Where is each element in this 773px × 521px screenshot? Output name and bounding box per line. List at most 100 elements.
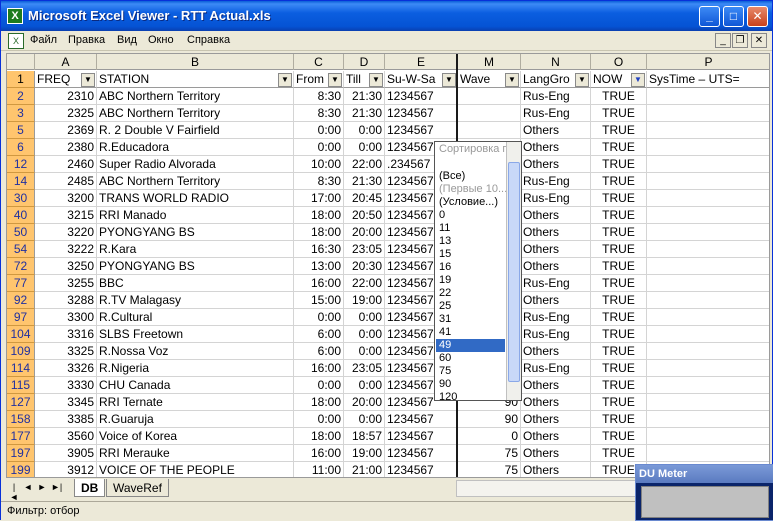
menu-window[interactable]: Окно [148, 34, 174, 46]
cell-from[interactable]: 16:30 [294, 241, 344, 258]
row-header[interactable]: 114 [7, 360, 35, 377]
cell-lang[interactable]: Others [521, 207, 591, 224]
cell-till[interactable]: 21:30 [344, 173, 385, 190]
cell-wave[interactable] [458, 88, 521, 105]
column-header-o[interactable]: O [591, 54, 647, 70]
cell-lang[interactable]: Others [521, 292, 591, 309]
cell-lang[interactable]: Rus-Eng [521, 190, 591, 207]
cell-station[interactable]: Voice of Korea [97, 428, 294, 445]
cell-from[interactable]: 0:00 [294, 377, 344, 394]
cell-now[interactable]: TRUE [591, 207, 647, 224]
column-header-a[interactable]: A [35, 54, 97, 70]
worksheet-grid[interactable]: A B C D E M N O P 1 FREQ ▼ STATION ▼ From ▼ Til… [6, 53, 770, 478]
close-button[interactable]: ✕ [747, 6, 768, 27]
horizontal-scrollbar[interactable] [456, 480, 636, 497]
cell-p[interactable] [647, 326, 769, 343]
cell-station[interactable]: CHU Canada [97, 377, 294, 394]
row-header[interactable]: 5 [7, 122, 35, 139]
cell-from[interactable]: 18:00 [294, 224, 344, 241]
cell-station[interactable]: R.Guaruja [97, 411, 294, 428]
cell-now[interactable]: TRUE [591, 445, 647, 462]
cell-freq[interactable]: 3325 [35, 343, 97, 360]
cell-lang[interactable]: Rus-Eng [521, 360, 591, 377]
sheet-tab-waveref[interactable]: WaveRef [106, 479, 169, 497]
cell-wave[interactable]: 90 [458, 411, 521, 428]
cell-p[interactable] [647, 258, 769, 275]
menu-view[interactable]: Вид [117, 34, 137, 46]
cell-freq[interactable]: 2380 [35, 139, 97, 156]
filter-option[interactable]: 13 [439, 235, 451, 248]
cell-station[interactable]: R.Kara [97, 241, 294, 258]
autofilter-dropdown-list[interactable]: Сортировка п (Все) (Первые 10... (Условие.… [434, 141, 522, 401]
cell-freq[interactable]: 3220 [35, 224, 97, 241]
cell-from[interactable]: 15:00 [294, 292, 344, 309]
cell-from[interactable]: 0:00 [294, 411, 344, 428]
doc-close-button[interactable]: ✕ [751, 33, 767, 48]
cell-till[interactable]: 0:00 [344, 122, 385, 139]
cell-station[interactable]: VOICE OF THE PEOPLE [97, 462, 294, 477]
filter-option[interactable]: 0 [439, 209, 445, 222]
cell-p[interactable] [647, 241, 769, 258]
filter-option[interactable]: 16 [439, 261, 451, 274]
prev-sheet-icon[interactable]: ◄ [23, 482, 33, 492]
cell-p[interactable] [647, 445, 769, 462]
cell-now[interactable]: TRUE [591, 190, 647, 207]
cell-now[interactable]: TRUE [591, 105, 647, 122]
cell-till[interactable]: 20:00 [344, 394, 385, 411]
cell-till[interactable]: 0:00 [344, 309, 385, 326]
row-header[interactable]: 97 [7, 309, 35, 326]
column-header-d[interactable]: D [344, 54, 385, 70]
autofilter-dropdown-icon[interactable]: ▼ [81, 73, 95, 87]
last-sheet-icon[interactable]: ►| [51, 482, 62, 492]
cell-from[interactable]: 16:00 [294, 445, 344, 462]
first-sheet-icon[interactable]: |◄ [9, 482, 19, 502]
row-header[interactable]: 14 [7, 173, 35, 190]
menu-help[interactable]: Справка [187, 34, 230, 46]
cell-lang[interactable]: Others [521, 462, 591, 477]
cell-freq[interactable]: 3905 [35, 445, 97, 462]
cell-freq[interactable]: 3200 [35, 190, 97, 207]
filter-option[interactable]: (Первые 10... [439, 183, 507, 196]
filter-option[interactable]: 22 [439, 287, 451, 300]
cell-station[interactable]: ABC Northern Territory [97, 105, 294, 122]
row-header[interactable]: 177 [7, 428, 35, 445]
cell-p[interactable] [647, 139, 769, 156]
cell-till[interactable]: 0:00 [344, 326, 385, 343]
row-header[interactable]: 72 [7, 258, 35, 275]
cell-from[interactable]: 8:30 [294, 105, 344, 122]
cell-till[interactable]: 21:30 [344, 105, 385, 122]
cell-freq[interactable]: 3250 [35, 258, 97, 275]
cell-wave[interactable]: 75 [458, 462, 521, 477]
row-header[interactable]: 115 [7, 377, 35, 394]
cell-now[interactable]: TRUE [591, 360, 647, 377]
cell-from[interactable]: 0:00 [294, 139, 344, 156]
autofilter-dropdown-icon[interactable]: ▼ [328, 73, 342, 87]
cell-till[interactable]: 20:30 [344, 258, 385, 275]
cell-from[interactable]: 18:00 [294, 428, 344, 445]
maximize-button[interactable]: □ [723, 6, 744, 27]
row-header[interactable]: 50 [7, 224, 35, 241]
cell-now[interactable]: TRUE [591, 224, 647, 241]
filter-option[interactable]: 15 [439, 248, 451, 261]
cell-from[interactable]: 10:00 [294, 156, 344, 173]
cell-lang[interactable]: Rus-Eng [521, 105, 591, 122]
filter-option[interactable]: 90 [439, 378, 451, 391]
row-header[interactable]: 127 [7, 394, 35, 411]
column-header-p[interactable]: P [647, 54, 769, 70]
cell-from[interactable]: 16:00 [294, 360, 344, 377]
cell-till[interactable]: 20:00 [344, 224, 385, 241]
cell-wave[interactable] [458, 122, 521, 139]
cell-station[interactable]: RRI Merauke [97, 445, 294, 462]
minimize-button[interactable]: _ [699, 6, 720, 27]
cell-station[interactable]: ABC Northern Territory [97, 88, 294, 105]
cell-lang[interactable]: Others [521, 377, 591, 394]
cell-station[interactable]: ABC Northern Territory [97, 173, 294, 190]
cell-p[interactable] [647, 275, 769, 292]
cell-till[interactable]: 19:00 [344, 445, 385, 462]
cell-freq[interactable]: 3560 [35, 428, 97, 445]
cell-lang[interactable]: Others [521, 394, 591, 411]
cell-till[interactable]: 21:00 [344, 462, 385, 477]
cell-days[interactable]: 1234567 [385, 88, 458, 105]
row-header[interactable]: 199 [7, 462, 35, 477]
cell-from[interactable]: 8:30 [294, 88, 344, 105]
